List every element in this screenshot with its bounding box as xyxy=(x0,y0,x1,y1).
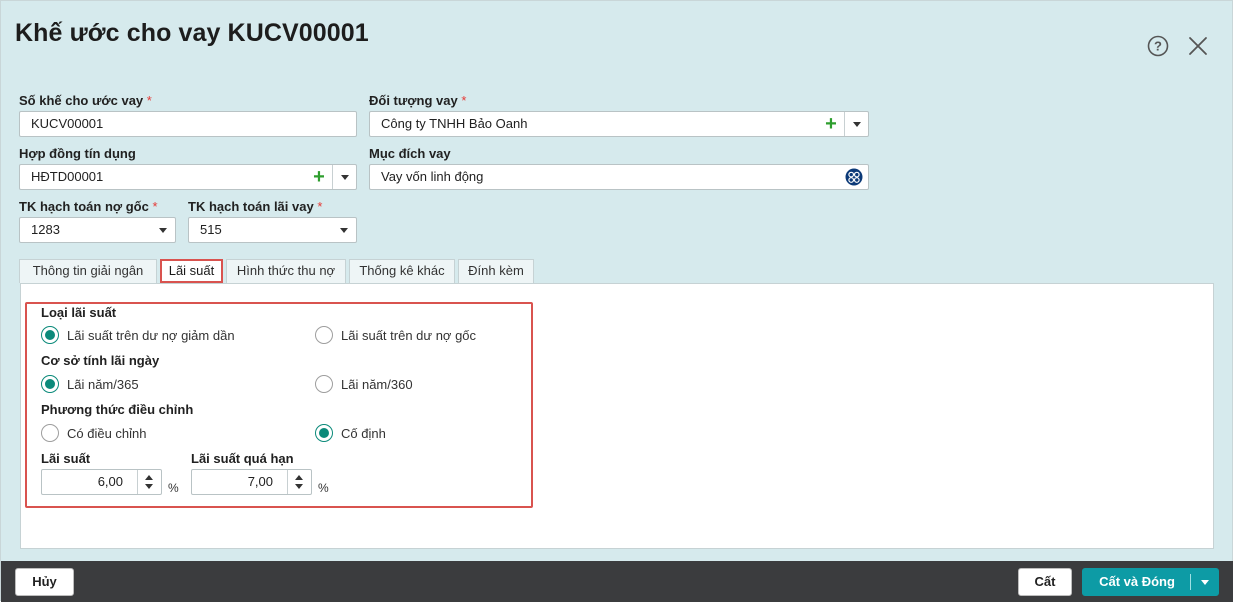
radio-360[interactable] xyxy=(315,375,333,393)
save-and-close-button[interactable]: Cất và Đóng xyxy=(1082,568,1219,596)
loan-number-input[interactable]: KUCV00001 xyxy=(19,111,357,137)
interest-rate-value: 6,00 xyxy=(97,474,123,489)
svg-text:?: ? xyxy=(1154,39,1162,54)
credit-contract-dropdown-arrow-icon[interactable] xyxy=(332,165,356,189)
save-button[interactable]: Cất xyxy=(1018,568,1072,596)
loan-number-label-text: Số khế cho ước vay xyxy=(19,93,144,108)
credit-contract-value: HĐTD00001 xyxy=(31,169,104,184)
save-and-close-label[interactable]: Cất và Đóng xyxy=(1083,569,1191,595)
interest-account-label: TK hạch toán lãi vay * xyxy=(188,199,322,214)
interest-account-select[interactable]: 515 xyxy=(188,217,357,243)
loan-purpose-value: Vay vốn linh động xyxy=(381,169,484,184)
required-mark: * xyxy=(152,199,158,214)
overdue-rate-value: 7,00 xyxy=(247,474,273,489)
radio-360-label[interactable]: Lãi năm/360 xyxy=(341,377,413,392)
tab-disbursement[interactable]: Thông tin giải ngân xyxy=(19,259,157,283)
tab-repayment-method[interactable]: Hình thức thu nợ xyxy=(226,259,346,283)
borrower-dropdown-arrow-icon[interactable] xyxy=(844,112,868,136)
credit-contract-combobox[interactable]: HĐTD00001 + xyxy=(19,164,357,190)
required-mark: * xyxy=(461,93,467,108)
radio-adjustable-label[interactable]: Có điều chỉnh xyxy=(67,426,147,441)
dialog-footer: Hủy Cất Cất và Đóng xyxy=(1,561,1233,602)
tab-interest-rate[interactable]: Lãi suất xyxy=(160,259,223,283)
credit-contract-label: Hợp đồng tín dụng xyxy=(19,146,136,161)
loan-purpose-label: Mục đích vay xyxy=(369,146,451,161)
radio-reducing-balance[interactable] xyxy=(41,326,59,344)
radio-365[interactable] xyxy=(41,375,59,393)
radio-reducing-balance-label[interactable]: Lãi suất trên dư nợ giảm dần xyxy=(67,328,235,343)
interest-rate-unit: % xyxy=(168,481,179,495)
increment-arrow-icon[interactable] xyxy=(295,475,303,480)
radio-adjustable[interactable] xyxy=(41,424,59,442)
loan-purpose-input[interactable]: Vay vốn linh động xyxy=(369,164,869,190)
day-basis-heading: Cơ sở tính lãi ngày xyxy=(41,353,160,368)
overdue-rate-unit: % xyxy=(318,481,329,495)
interest-rate-spinner xyxy=(137,470,161,494)
borrower-label-text: Đối tượng vay xyxy=(369,93,458,108)
interest-rate-label: Lãi suất xyxy=(41,451,91,466)
overdue-rate-spinner xyxy=(287,470,311,494)
add-credit-contract-plus-icon[interactable]: + xyxy=(308,167,330,187)
radio-fixed[interactable] xyxy=(315,424,333,442)
overdue-rate-label: Lãi suất quá hạn xyxy=(191,451,294,466)
loan-number-value: KUCV00001 xyxy=(31,116,104,131)
help-icon[interactable]: ? xyxy=(1147,35,1169,57)
add-borrower-plus-icon[interactable]: + xyxy=(820,114,842,134)
dialog-title: Khế ước cho vay KUCV00001 xyxy=(15,19,369,47)
loan-number-label: Số khế cho ước vay * xyxy=(19,93,152,108)
decrement-arrow-icon[interactable] xyxy=(295,484,303,489)
radio-365-label[interactable]: Lãi năm/365 xyxy=(67,377,139,392)
save-options-dropdown-arrow-icon[interactable] xyxy=(1191,569,1219,595)
borrower-value: Công ty TNHH Bảo Oanh xyxy=(381,116,528,131)
borrower-combobox[interactable]: Công ty TNHH Bảo Oanh + xyxy=(369,111,869,137)
principal-account-select[interactable]: 1283 xyxy=(19,217,176,243)
required-mark: * xyxy=(317,199,323,214)
radio-flat-principal-label[interactable]: Lãi suất trên dư nợ gốc xyxy=(341,328,476,343)
interest-type-heading: Loại lãi suất xyxy=(41,305,117,320)
interest-account-dropdown-arrow-icon[interactable] xyxy=(332,218,356,242)
increment-arrow-icon[interactable] xyxy=(145,475,153,480)
radio-flat-principal[interactable] xyxy=(315,326,333,344)
interest-rate-stepper[interactable]: 6,00 xyxy=(41,469,162,495)
tab-attachments[interactable]: Đính kèm xyxy=(458,259,534,283)
principal-account-dropdown-arrow-icon[interactable] xyxy=(151,218,175,242)
decrement-arrow-icon[interactable] xyxy=(145,484,153,489)
globe-search-icon[interactable] xyxy=(845,168,863,186)
interest-account-value: 515 xyxy=(200,222,222,237)
borrower-label: Đối tượng vay * xyxy=(369,93,466,108)
interest-account-label-text: TK hạch toán lãi vay xyxy=(188,199,314,214)
principal-account-value: 1283 xyxy=(31,222,60,237)
radio-fixed-label[interactable]: Cố định xyxy=(341,426,386,441)
tab-other-statistics[interactable]: Thống kê khác xyxy=(349,259,455,283)
principal-account-label: TK hạch toán nợ gốc * xyxy=(19,199,158,214)
required-mark: * xyxy=(146,93,152,108)
principal-account-label-text: TK hạch toán nợ gốc xyxy=(19,199,149,214)
loan-contract-dialog: Khế ước cho vay KUCV00001 ? Số khế cho ư… xyxy=(0,0,1233,602)
overdue-rate-stepper[interactable]: 7,00 xyxy=(191,469,312,495)
close-icon[interactable] xyxy=(1187,35,1209,57)
adjustment-heading: Phương thức điều chỉnh xyxy=(41,402,194,417)
cancel-button[interactable]: Hủy xyxy=(15,568,74,596)
